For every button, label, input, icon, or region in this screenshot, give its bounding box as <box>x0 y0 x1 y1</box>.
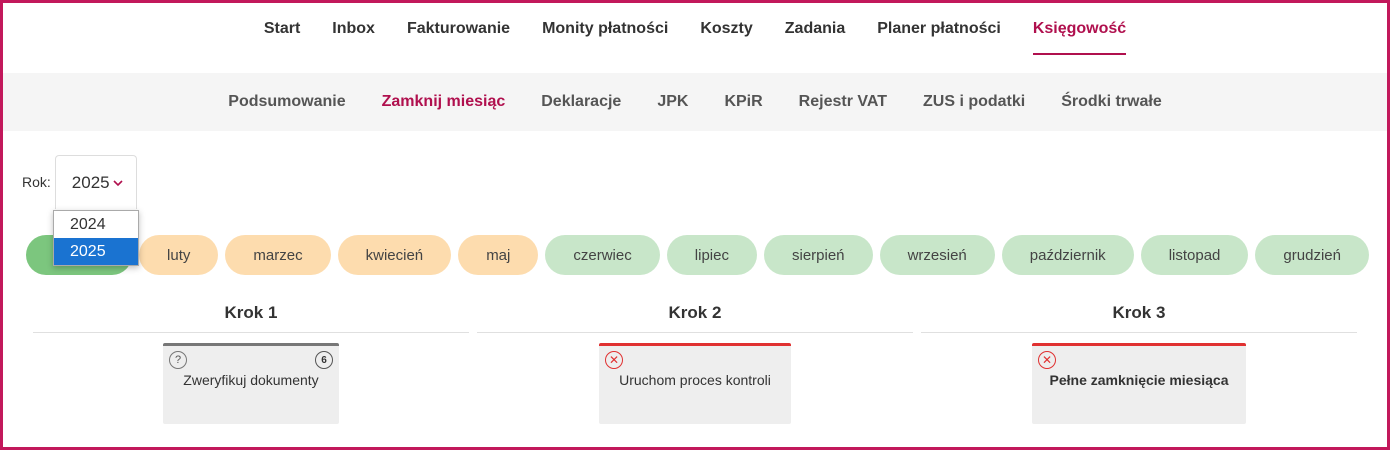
top-nav-item-fakturowanie[interactable]: Fakturowanie <box>391 3 526 55</box>
step-column: Krok 1? 6 Zweryfikuj dokumenty <box>33 303 469 424</box>
month-pill[interactable]: wrzesień <box>879 235 995 275</box>
sub-nav-item-zus-i-podatki[interactable]: ZUS i podatki <box>905 93 1043 111</box>
step-title: Krok 1 <box>33 303 469 333</box>
top-nav-item-inbox[interactable]: Inbox <box>316 3 391 55</box>
sub-nav-item-jpk[interactable]: JPK <box>639 93 706 111</box>
year-selector-row: Rok: 2025 <box>22 155 137 209</box>
step-card-wrap: ✕ Uruchom proces kontroli <box>477 343 913 424</box>
month-bar: luty marzec kwiecień maj czerwiec lipiec sierp… <box>26 235 1369 275</box>
error-icon: ✕ <box>1038 351 1056 369</box>
year-select[interactable]: 2025 <box>54 155 137 209</box>
sub-nav-item-kpir[interactable]: KPiR <box>706 93 780 111</box>
top-nav-item-koszty[interactable]: Koszty <box>684 3 768 55</box>
step-title: Krok 3 <box>921 303 1357 333</box>
month-pill[interactable]: listopad <box>1140 235 1249 275</box>
step-card-wrap: ? 6 Zweryfikuj dokumenty <box>33 343 469 424</box>
sub-nav-item-podsumowanie[interactable]: Podsumowanie <box>210 93 363 111</box>
step-card[interactable]: ? 6 Zweryfikuj dokumenty <box>163 343 339 424</box>
top-nav-item-monity-platnosci[interactable]: Monity płatności <box>526 3 684 55</box>
sub-nav-item-deklaracje[interactable]: Deklaracje <box>523 93 639 111</box>
question-icon: ? <box>169 351 187 369</box>
chevron-down-icon <box>113 179 123 186</box>
top-nav-item-planer-platnosci[interactable]: Planer płatności <box>861 3 1017 55</box>
step-card[interactable]: ✕ Pełne zamknięcie miesiąca <box>1032 343 1246 424</box>
count-badge: 6 <box>315 351 333 369</box>
month-pill[interactable]: lipiec <box>666 235 757 275</box>
year-label: Rok: <box>22 174 51 190</box>
year-option[interactable]: 2025 <box>54 238 138 265</box>
year-option[interactable]: 2024 <box>54 211 138 238</box>
year-value: 2025 <box>71 172 110 192</box>
year-dropdown: 2024 2025 <box>53 210 139 266</box>
sub-nav: Podsumowanie Zamknij miesiąc Deklaracje JPK… <box>3 73 1387 131</box>
step-card-wrap: ✕ Pełne zamknięcie miesiąca <box>921 343 1357 424</box>
step-card-label: Pełne zamknięcie miesiąca <box>1049 372 1229 388</box>
top-nav-item-ksiegowosc[interactable]: Księgowość <box>1017 3 1142 55</box>
sub-nav-item-zamknij-miesiac[interactable]: Zamknij miesiąc <box>364 93 524 111</box>
sub-nav-item-srodki-trwale[interactable]: Środki trwałe <box>1043 93 1179 111</box>
top-nav: Start Inbox Fakturowanie Monity płatności Ko… <box>3 3 1387 73</box>
step-column: Krok 3 ✕ Pełne zamknięcie miesiąca <box>921 303 1357 424</box>
step-card-label: Uruchom proces kontroli <box>619 372 771 388</box>
top-nav-item-zadania[interactable]: Zadania <box>769 3 861 55</box>
step-card[interactable]: ✕ Uruchom proces kontroli <box>599 343 791 424</box>
steps: Krok 1? 6 Zweryfikuj dokumenty Krok 2 ✕ Uruch… <box>33 303 1357 424</box>
error-icon: ✕ <box>605 351 623 369</box>
sub-nav-item-rejestr-vat[interactable]: Rejestr VAT <box>781 93 905 111</box>
top-nav-item-start[interactable]: Start <box>248 3 316 55</box>
month-pill[interactable]: maj <box>458 235 539 275</box>
month-pill[interactable]: kwiecień <box>337 235 452 275</box>
month-pill[interactable]: czerwiec <box>545 235 660 275</box>
step-column: Krok 2 ✕ Uruchom proces kontroli <box>477 303 913 424</box>
step-title: Krok 2 <box>477 303 913 333</box>
month-pill[interactable]: luty <box>139 235 219 275</box>
month-pill[interactable]: sierpień <box>764 235 873 275</box>
step-card-label: Zweryfikuj dokumenty <box>183 372 319 388</box>
month-pill[interactable]: marzec <box>225 235 331 275</box>
month-pill[interactable]: grudzień <box>1255 235 1369 275</box>
month-pill[interactable]: październik <box>1001 235 1134 275</box>
